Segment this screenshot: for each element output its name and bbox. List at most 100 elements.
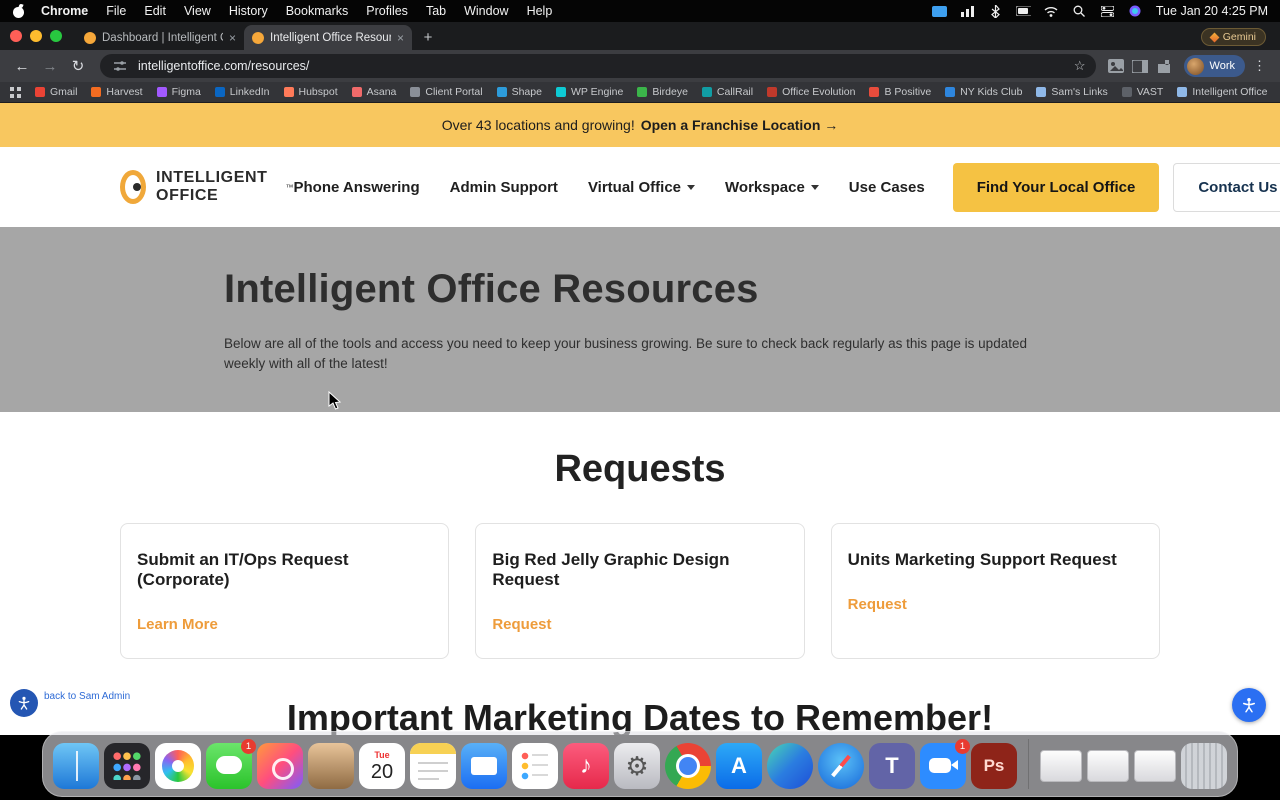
wifi-icon[interactable] [1044, 5, 1059, 18]
nav-virtual-office[interactable]: Virtual Office [588, 179, 696, 196]
nav-workspace[interactable]: Workspace [725, 179, 819, 196]
zoom-icon[interactable]: 1 [920, 739, 970, 789]
bookmark-gmail[interactable]: Gmail [35, 86, 77, 98]
media-extension-icon[interactable] [1106, 57, 1126, 75]
menu-bookmarks[interactable]: Bookmarks [286, 4, 349, 18]
menu-edit[interactable]: Edit [144, 4, 166, 18]
trash-icon[interactable] [1181, 743, 1227, 789]
photo-booth-icon[interactable] [257, 743, 303, 789]
battery-icon[interactable] [1015, 5, 1031, 18]
bookmark-star-icon[interactable]: ☆ [1074, 58, 1086, 74]
gemini-badge[interactable]: Gemini [1200, 28, 1266, 46]
favicon [351, 87, 362, 97]
finder-icon[interactable] [53, 743, 99, 789]
bookmark-vast[interactable]: VAST [1121, 86, 1163, 98]
bookmark-callrail[interactable]: CallRail [701, 86, 753, 98]
admin-widget-icon[interactable] [10, 689, 38, 717]
notes-icon[interactable] [410, 743, 456, 789]
side-panel-icon[interactable] [1130, 57, 1150, 75]
menu-window[interactable]: Window [464, 4, 508, 18]
edge-icon[interactable] [767, 743, 813, 789]
photos-icon[interactable] [155, 743, 201, 789]
music-icon[interactable]: ♪ [563, 743, 609, 789]
address-bar[interactable]: intelligentoffice.com/resources/ ☆ [100, 54, 1096, 78]
safari-icon[interactable] [818, 743, 864, 789]
menu-app-name[interactable]: Chrome [41, 4, 88, 18]
bookmark-folder-sams-links[interactable]: Sam's Links [1036, 86, 1108, 98]
accessibility-widget-button[interactable] [1232, 688, 1266, 722]
site-settings-icon[interactable] [110, 57, 130, 75]
close-tab-icon[interactable]: × [397, 31, 404, 45]
admin-return-widget[interactable]: back to Sam Admin [10, 689, 130, 717]
bookmark-folder-intelligent-office[interactable]: Intelligent Office [1177, 86, 1267, 98]
bookmark-figma[interactable]: Figma [156, 86, 201, 98]
stats-icon[interactable] [960, 5, 975, 18]
bookmark-client-portal[interactable]: Client Portal [410, 86, 483, 98]
app-store-icon[interactable]: A [716, 743, 762, 789]
menu-history[interactable]: History [229, 4, 268, 18]
minimize-window-button[interactable] [30, 30, 42, 42]
bluetooth-icon[interactable] [988, 4, 1003, 18]
zoom-window-button[interactable] [50, 30, 62, 42]
contact-us-button[interactable]: Contact Us [1173, 162, 1280, 212]
close-window-button[interactable] [10, 30, 22, 42]
minimized-window-thumbnail[interactable] [1134, 750, 1176, 782]
profile-chip[interactable]: Work [1183, 55, 1245, 77]
tab-dashboard[interactable]: Dashboard | Intelligent Office × [76, 25, 244, 50]
apps-grid-icon[interactable] [10, 86, 21, 98]
bookmark-hubspot[interactable]: Hubspot [283, 86, 338, 98]
teams-icon[interactable]: T [869, 743, 915, 789]
menu-clock[interactable]: Tue Jan 20 4:25 PM [1156, 4, 1268, 18]
request-link[interactable]: Request [848, 596, 907, 613]
photoshop-icon[interactable]: Ps [971, 743, 1017, 789]
screen-mirroring-icon[interactable] [931, 5, 947, 18]
tab-resources[interactable]: Intelligent Office Resources | × [244, 25, 412, 50]
bookmark-ny-kids-club[interactable]: NY Kids Club [945, 86, 1022, 98]
nav-use-cases[interactable]: Use Cases [849, 179, 925, 196]
mail-icon[interactable] [461, 743, 507, 789]
bookmark-birdeye[interactable]: Birdeye [637, 86, 688, 98]
forward-button[interactable]: → [38, 54, 62, 78]
control-center-icon[interactable] [1100, 5, 1115, 18]
calendar-icon[interactable]: Tue 20 [359, 743, 405, 789]
banner-cta[interactable]: Open a Franchise Location → [641, 117, 839, 133]
menu-file[interactable]: File [106, 4, 126, 18]
system-settings-icon[interactable]: ⚙ [614, 743, 660, 789]
intelligent-office-logo[interactable]: INTELLIGENT OFFICE ™ [120, 169, 293, 205]
url-text[interactable]: intelligentoffice.com/resources/ [138, 59, 1066, 73]
contacts-icon[interactable] [308, 743, 354, 789]
bookmark-wp-engine[interactable]: WP Engine [555, 86, 623, 98]
browser-menu-icon[interactable]: ⋮ [1249, 58, 1270, 74]
request-link[interactable]: Request [492, 616, 551, 633]
bookmark-office-evolution[interactable]: Office Evolution [767, 86, 855, 98]
menu-help[interactable]: Help [527, 4, 553, 18]
bookmark-harvest[interactable]: Harvest [91, 86, 143, 98]
bookmark-shape[interactable]: Shape [496, 86, 542, 98]
minimized-window-thumbnail[interactable] [1040, 750, 1082, 782]
admin-badge-label[interactable]: back to Sam Admin [44, 691, 130, 702]
chrome-icon[interactable] [665, 743, 711, 789]
menu-tab[interactable]: Tab [426, 4, 446, 18]
search-icon[interactable] [1072, 5, 1087, 18]
messages-icon[interactable]: 1 [206, 739, 256, 789]
nav-admin-support[interactable]: Admin Support [450, 179, 558, 196]
minimized-window-thumbnail[interactable] [1087, 750, 1129, 782]
siri-icon[interactable] [1128, 5, 1143, 18]
bookmark-linkedin[interactable]: LinkedIn [214, 86, 270, 98]
close-tab-icon[interactable]: × [229, 31, 236, 45]
launchpad-icon[interactable] [104, 743, 150, 789]
bookmark-b-positive[interactable]: B Positive [869, 86, 931, 98]
learn-more-link[interactable]: Learn More [137, 616, 218, 633]
menu-profiles[interactable]: Profiles [366, 4, 408, 18]
extensions-puzzle-icon[interactable] [1154, 57, 1174, 75]
new-tab-button[interactable]: + [416, 25, 440, 49]
reminders-icon[interactable] [512, 743, 558, 789]
bookmark-asana[interactable]: Asana [351, 86, 396, 98]
reload-button[interactable]: ↻ [66, 54, 90, 78]
back-button[interactable]: ← [10, 54, 34, 78]
franchise-banner[interactable]: Over 43 locations and growing! Open a Fr… [0, 103, 1280, 147]
nav-phone-answering[interactable]: Phone Answering [293, 179, 419, 196]
menu-view[interactable]: View [184, 4, 211, 18]
apple-menu-icon[interactable] [12, 5, 25, 18]
find-local-office-button[interactable]: Find Your Local Office [952, 162, 1160, 212]
